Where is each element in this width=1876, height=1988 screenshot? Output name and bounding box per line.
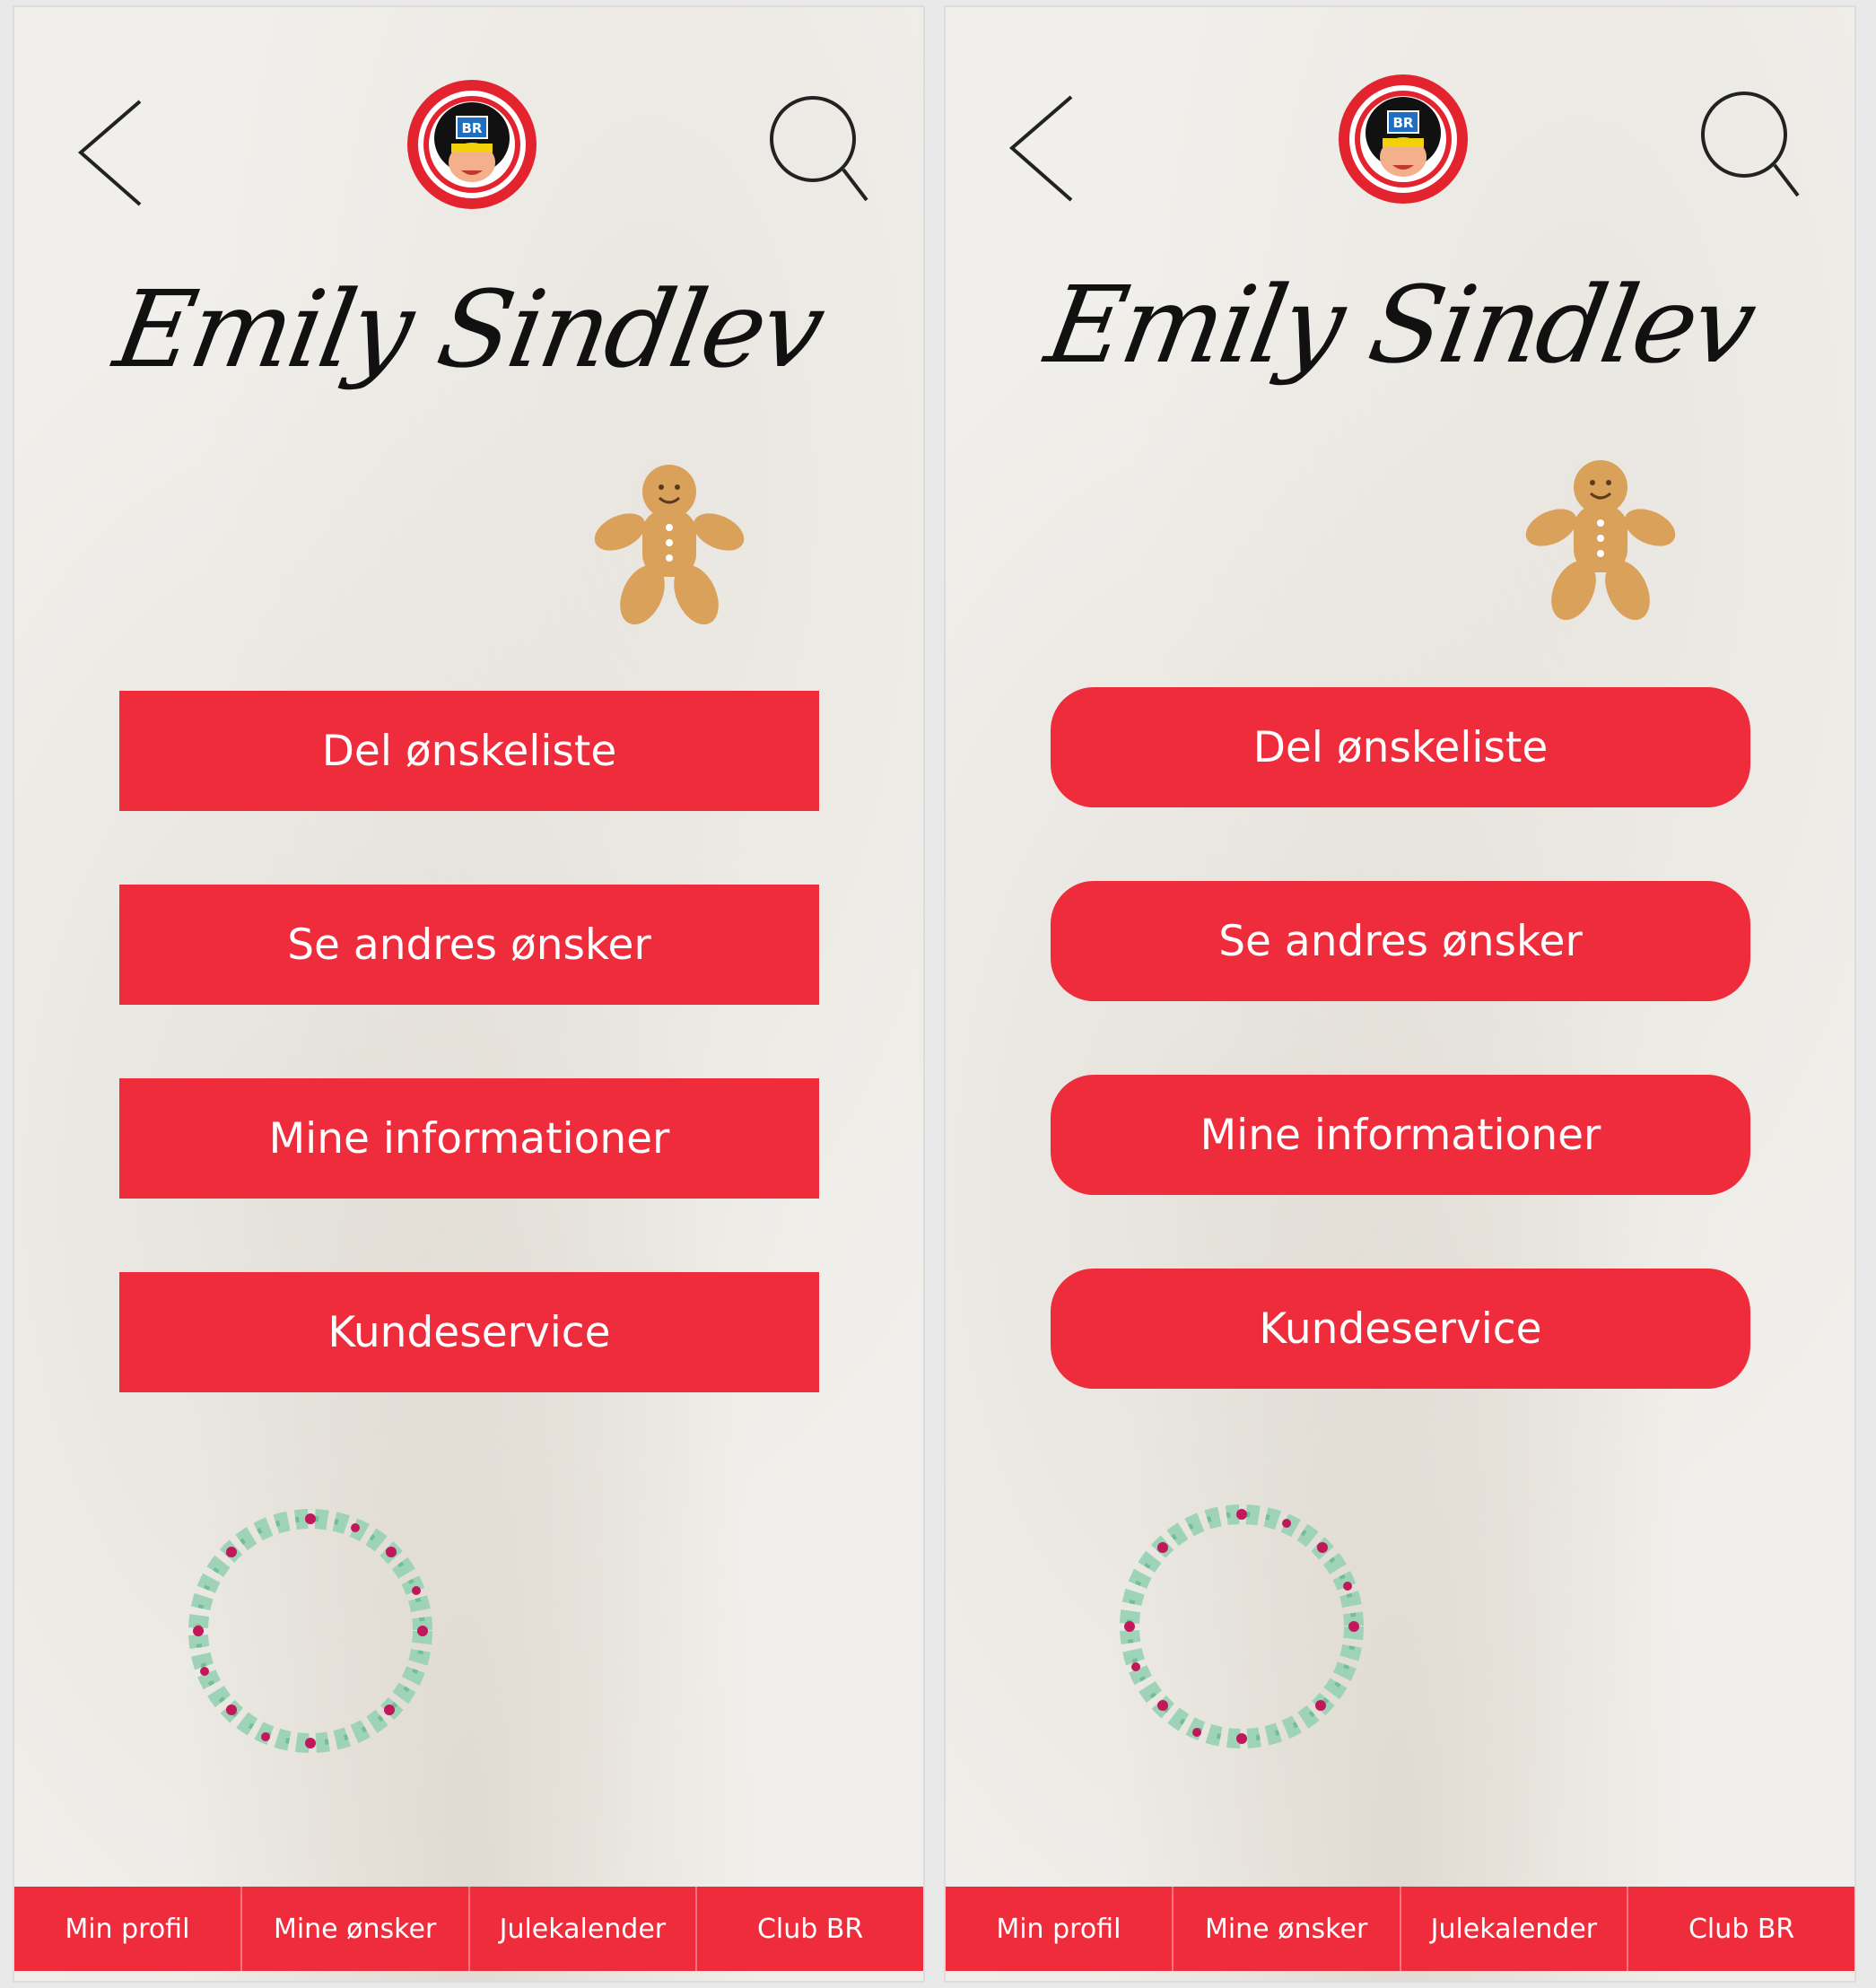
see-others-wishes-button[interactable]: Se andres ønsker — [1051, 881, 1750, 1001]
top-bar: BR — [946, 7, 1854, 214]
share-wishlist-button[interactable]: Del ønskeliste — [119, 691, 819, 811]
gingerbread-man-icon — [594, 465, 745, 625]
tab-julekalender[interactable]: Julekalender — [470, 1887, 698, 1971]
chevron-left-icon[interactable] — [1001, 92, 1082, 209]
profile-name: Emily Sindlev — [1037, 263, 1763, 387]
tab-club-br[interactable]: Club BR — [1628, 1887, 1854, 1971]
my-information-button[interactable]: Mine informationer — [119, 1078, 819, 1199]
tab-mine-onsker[interactable]: Mine ønsker — [1174, 1887, 1401, 1971]
comparison-canvas: BR Emily Sindlev Del ønskeliste Se andre… — [0, 0, 1876, 1988]
tab-club-br[interactable]: Club BR — [697, 1887, 923, 1971]
profile-menu: Del ønskeliste Se andres ønsker Mine inf… — [1051, 687, 1750, 1462]
br-mascot-logo[interactable]: BR — [1336, 72, 1470, 206]
see-others-wishes-button[interactable]: Se andres ønsker — [119, 885, 819, 1005]
search-icon[interactable] — [1697, 88, 1805, 205]
search-icon[interactable] — [766, 92, 874, 209]
tab-min-profil[interactable]: Min profil — [946, 1887, 1174, 1971]
tab-min-profil[interactable]: Min profil — [14, 1887, 242, 1971]
my-information-button[interactable]: Mine informationer — [1051, 1075, 1750, 1195]
christmas-wreath-icon — [188, 1509, 432, 1753]
app-screen-rounded-buttons: BR Emily Sindlev Del ønskeliste Se andre… — [946, 7, 1854, 1981]
bottom-tab-bar: Min profil Mine ønsker Julekalender Club… — [14, 1887, 923, 1971]
logo-text: BR — [462, 120, 483, 136]
profile-menu: Del ønskeliste Se andres ønsker Mine inf… — [119, 691, 819, 1466]
bottom-tab-bar: Min profil Mine ønsker Julekalender Club… — [946, 1887, 1854, 1971]
chevron-left-icon[interactable] — [70, 97, 151, 214]
top-bar: BR — [14, 7, 923, 214]
share-wishlist-button[interactable]: Del ønskeliste — [1051, 687, 1750, 807]
br-mascot-logo[interactable]: BR — [405, 77, 539, 212]
customer-service-button[interactable]: Kundeservice — [1051, 1269, 1750, 1389]
app-screen-square-buttons: BR Emily Sindlev Del ønskeliste Se andre… — [14, 7, 923, 1981]
customer-service-button[interactable]: Kundeservice — [119, 1272, 819, 1392]
profile-name: Emily Sindlev — [106, 267, 832, 391]
tab-julekalender[interactable]: Julekalender — [1401, 1887, 1629, 1971]
christmas-wreath-icon — [1120, 1504, 1364, 1748]
logo-text: BR — [1393, 115, 1414, 131]
gingerbread-man-icon — [1525, 460, 1676, 621]
tab-mine-onsker[interactable]: Mine ønsker — [242, 1887, 470, 1971]
